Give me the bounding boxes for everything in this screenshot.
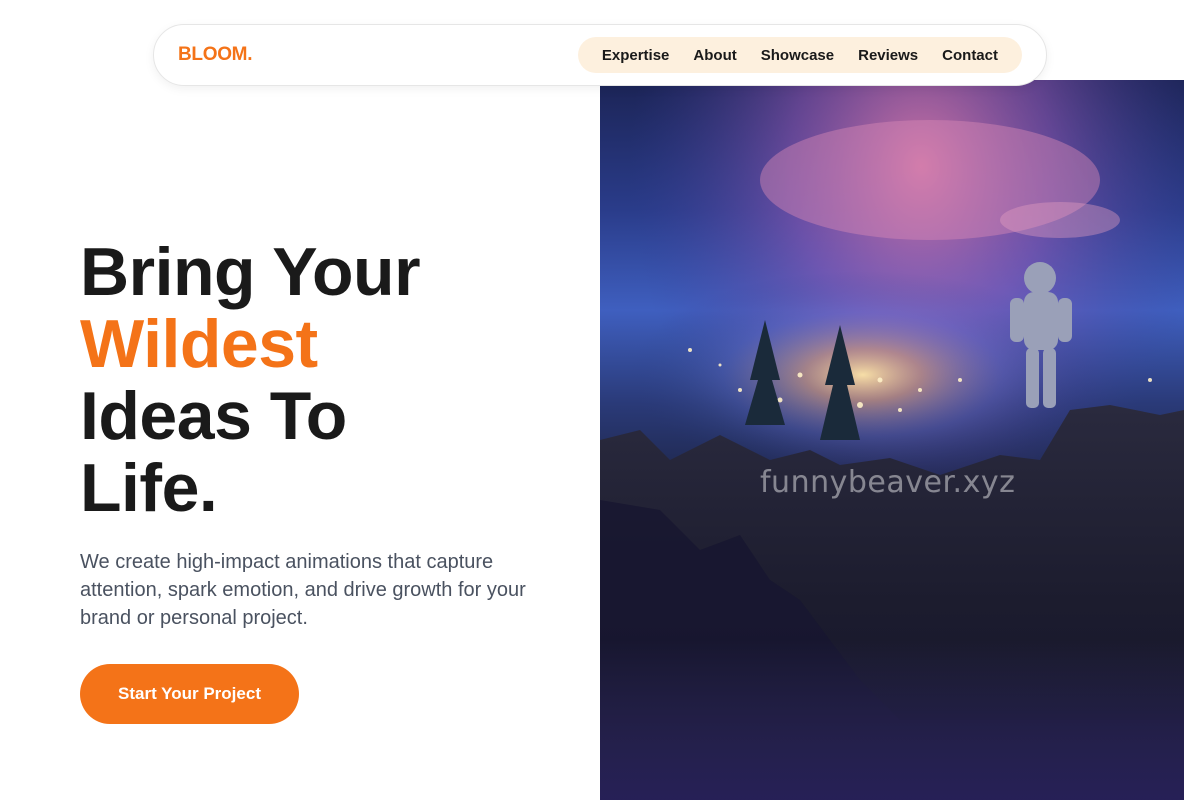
nav-link-contact[interactable]: Contact	[942, 47, 998, 64]
nav-link-expertise[interactable]: Expertise	[602, 47, 670, 64]
logo[interactable]: BLOOM.	[178, 44, 253, 66]
headline-line-3: Ideas To	[80, 378, 347, 454]
hero-image: funnybeaver.xyz	[600, 80, 1184, 800]
hero-headline: Bring Your Wildest Ideas To Life.	[80, 236, 580, 524]
nav-link-showcase[interactable]: Showcase	[761, 47, 834, 64]
hero-subtext: We create high-impact animations that ca…	[80, 551, 526, 629]
image-watermark: funnybeaver.xyz	[760, 465, 1016, 500]
navbar: BLOOM. Expertise About Showcase Reviews …	[153, 24, 1047, 86]
start-project-button[interactable]: Start Your Project	[80, 664, 299, 724]
nav-link-reviews[interactable]: Reviews	[858, 47, 918, 64]
nav-menu: Expertise About Showcase Reviews Contact	[577, 37, 1022, 73]
nav-link-about[interactable]: About	[693, 47, 736, 64]
headline-line-4: Life.	[80, 450, 218, 526]
astronaut-night-scene	[600, 80, 1184, 800]
headline-line-1: Bring Your	[80, 234, 421, 310]
headline-accent-line: Wildest	[80, 306, 318, 382]
